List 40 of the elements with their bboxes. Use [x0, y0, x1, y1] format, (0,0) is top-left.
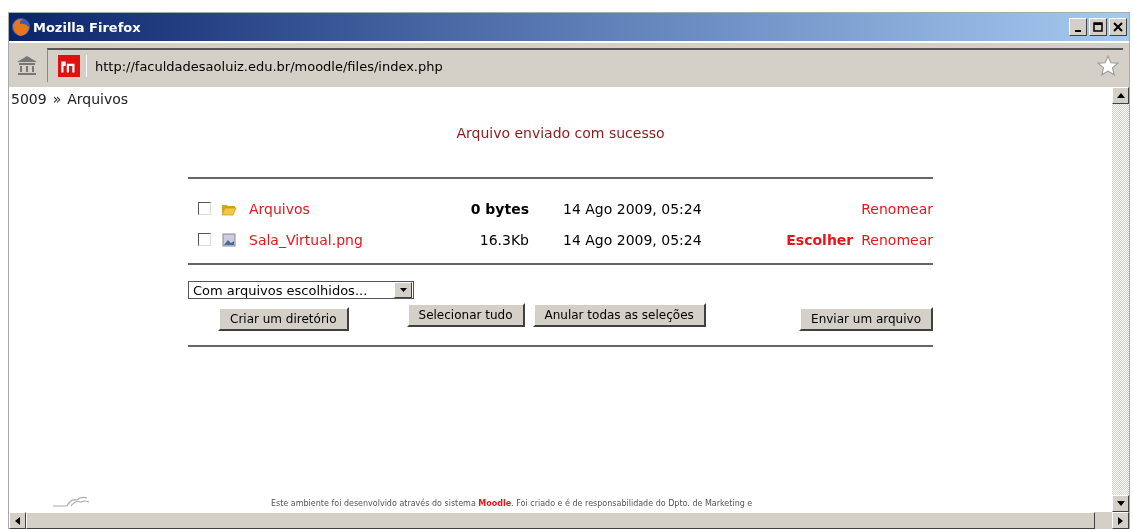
action-dropdown[interactable]: Com arquivos escolhidos...	[188, 281, 414, 299]
file-link[interactable]: Arquivos	[249, 200, 429, 217]
right-arrow-icon	[1118, 516, 1123, 525]
form-button[interactable]: Selecionar tudo	[406, 303, 525, 327]
checkbox[interactable]	[198, 233, 211, 246]
breadcrumb-separator: »	[52, 91, 62, 107]
file-size: 0 bytes	[469, 200, 529, 217]
window-title: Mozilla Firefox	[33, 19, 142, 35]
maximize-button[interactable]	[1089, 18, 1107, 36]
building-icon[interactable]	[15, 53, 39, 77]
breadcrumb-item[interactable]: 5009	[11, 91, 47, 107]
up-arrow-icon	[1116, 93, 1125, 98]
address-bar[interactable]: http://faculdadesaoluiz.edu.br/moodle/files/index.php	[47, 48, 1123, 82]
minimize-button[interactable]	[1069, 18, 1087, 36]
checkbox[interactable]	[198, 202, 211, 215]
maximize-icon	[1093, 22, 1103, 32]
close-button[interactable]	[1109, 18, 1127, 36]
form-button[interactable]: Criar um diretório	[218, 307, 349, 331]
down-arrow-icon	[1116, 501, 1125, 506]
file-link[interactable]: Sala_Virtual.png	[249, 231, 429, 248]
action-link[interactable]: Renomear	[861, 231, 933, 248]
file-date: 14 Ago 2009, 05:24	[563, 200, 703, 217]
caret-icon	[399, 288, 407, 292]
site-icon	[58, 55, 87, 77]
minimize-icon	[1075, 30, 1081, 32]
action-link[interactable]: Escolher	[786, 231, 854, 248]
star-icon[interactable]	[1097, 55, 1119, 77]
file-date: 14 Ago 2009, 05:24	[563, 231, 703, 248]
file-size: 16.3Kb	[478, 231, 529, 248]
globe-icon	[11, 17, 31, 37]
left-arrow-icon	[15, 516, 20, 525]
book-logo-icon	[51, 494, 91, 508]
success-message: Arquivo enviado com sucesso	[455, 125, 666, 141]
breadcrumb-item[interactable]: Arquivos	[67, 91, 129, 107]
form-button[interactable]: Anular todas as seleções	[532, 303, 706, 327]
action-link[interactable]: Renomear	[861, 200, 933, 217]
footer-text: Este ambiente foi desenvolvido através do sistema Moodle. Foi criado e é de responsabilidade do Dpto. de Marketing e	[271, 499, 753, 508]
image-file-icon	[221, 232, 237, 247]
form-button[interactable]: Enviar um arquivo	[799, 307, 933, 331]
close-icon	[1113, 22, 1123, 32]
